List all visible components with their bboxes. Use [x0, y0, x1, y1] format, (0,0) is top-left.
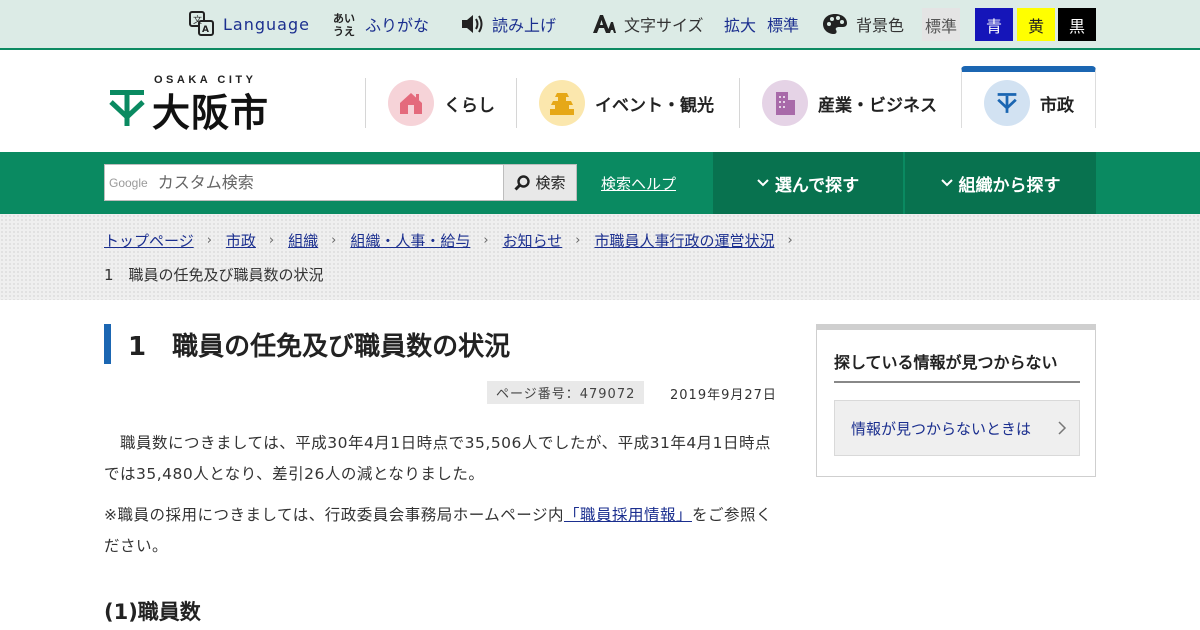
breadcrumb-link-city-government[interactable]: 市政 — [226, 230, 256, 251]
nav-item-business[interactable]: 産業・ビジネス — [762, 78, 937, 128]
bg-standard-button[interactable]: 標準 — [922, 8, 960, 41]
recruitment-text: ※職員の採用につきましては、行政委員会事務局ホームページ内 — [104, 506, 564, 524]
background-color-label: 背景色 — [856, 16, 905, 35]
chevron-down-icon — [940, 179, 953, 187]
not-found-link-label: 情報が見つからないときは — [851, 419, 1032, 438]
breadcrumb-link-organization[interactable]: 組織 — [288, 230, 318, 251]
read-aloud-label: 読み上げ — [492, 16, 557, 35]
chevron-right-icon: › — [575, 233, 581, 248]
recruitment-info-link[interactable]: 「職員採用情報」 — [564, 506, 692, 524]
castle-icon — [539, 80, 585, 126]
building-icon — [762, 80, 808, 126]
nav-divider — [739, 78, 740, 128]
background-color-control: 背景色 — [822, 0, 904, 48]
breadcrumb-link-news[interactable]: お知らせ — [503, 230, 563, 251]
nav-label-business: 産業・ビジネス — [818, 95, 937, 116]
furigana-icon: あい うえ — [333, 12, 355, 37]
not-found-title: 探している情報が見つからない — [834, 349, 1080, 383]
not-found-link[interactable]: 情報が見つからないときは — [834, 400, 1080, 456]
search-button[interactable]: 検索 — [503, 164, 577, 201]
breadcrumb-current: 1 職員の任免及び職員数の状況 — [104, 266, 324, 284]
google-brand: Google — [109, 175, 148, 190]
city-emblem-icon — [109, 90, 145, 126]
nav-label-city-government: 市政 — [1040, 95, 1074, 116]
standard-size-label: 標準 — [767, 16, 800, 35]
house-icon — [388, 80, 434, 126]
nav-item-life[interactable]: くらし — [388, 78, 495, 128]
search-button-label: 検索 — [535, 174, 566, 192]
breadcrumb-link-top[interactable]: トップページ — [104, 230, 194, 251]
breadcrumb-link-personnel[interactable]: 組織・人事・給与 — [350, 230, 470, 251]
svg-text:A: A — [202, 25, 209, 35]
nav-label-life: くらし — [444, 95, 495, 116]
chevron-right-icon: › — [787, 233, 793, 248]
section-heading-staff-count: (1)職員数 — [104, 600, 201, 624]
read-aloud-button[interactable]: 読み上げ — [460, 0, 556, 48]
standard-size-button[interactable]: 標準 — [767, 0, 799, 48]
zoom-in-button[interactable]: 拡大 — [724, 0, 756, 48]
chevron-right-icon — [1058, 421, 1067, 435]
furigana-label: ふりがな — [365, 16, 430, 35]
text-size-label: 文字サイズ — [624, 16, 704, 35]
search-input[interactable] — [157, 173, 488, 192]
breadcrumb-link-hr-status[interactable]: 市職員人事行政の運営状況 — [594, 230, 774, 251]
org-search-button[interactable]: 組織から探す — [905, 152, 1096, 214]
svg-text:文: 文 — [193, 14, 202, 26]
breadcrumb: トップページ › 市政 › 組織 › 組織・人事・給与 › お知らせ › 市職員… — [104, 230, 807, 251]
zoom-in-label: 拡大 — [724, 16, 757, 35]
bg-yellow-button[interactable]: 黄 — [1017, 8, 1055, 41]
speaker-icon — [462, 15, 483, 33]
nav-label-events: イベント・観光 — [595, 95, 714, 116]
logo-title: 大阪市 — [152, 91, 270, 135]
osaka-city-logo[interactable]: OSAKA CITY 大阪市 — [108, 74, 288, 135]
search-help-link[interactable]: 検索ヘルプ — [601, 173, 676, 194]
bg-blue-button[interactable]: 青 — [975, 8, 1013, 41]
chevron-right-icon: › — [206, 233, 212, 248]
svg-text:うえ: うえ — [333, 25, 355, 37]
chevron-right-icon: › — [331, 233, 337, 248]
language-button[interactable]: 文 A Language — [189, 0, 310, 48]
svg-text:あい: あい — [333, 12, 355, 25]
page-number-badge: ページ番号：479072 — [487, 381, 645, 404]
breadcrumb-band — [0, 214, 1200, 300]
text-size-control: 文字サイズ — [592, 0, 704, 48]
chevron-right-icon: › — [483, 233, 489, 248]
not-found-panel: 探している情報が見つからない 情報が見つからないときは — [816, 324, 1096, 477]
staff-count-paragraph: 職員数につきましては、平成30年4月1日時点で35,506人でしたが、平成31年… — [104, 434, 772, 483]
furigana-button[interactable]: あい うえ ふりがな — [333, 0, 429, 48]
org-search-label: 組織から探す — [958, 175, 1061, 196]
recruitment-paragraph: ※職員の採用につきましては、行政委員会事務局ホームページ内「職員採用情報」をご参… — [104, 500, 784, 562]
chevron-right-icon: › — [268, 233, 275, 248]
language-label: Language — [223, 14, 310, 34]
translate-icon: 文 A — [189, 11, 214, 36]
nav-item-city-government[interactable]: 市政 — [984, 78, 1074, 128]
text-size-icon — [593, 15, 616, 33]
title-accent-bar — [104, 324, 111, 364]
chevron-down-icon — [757, 179, 769, 187]
bg-black-button[interactable]: 黒 — [1058, 8, 1096, 41]
choose-search-button[interactable]: 選んで探す — [713, 152, 903, 214]
search-box: Google — [104, 164, 504, 201]
search-icon — [514, 174, 531, 191]
nav-divider — [365, 78, 366, 128]
nav-item-events[interactable]: イベント・観光 — [539, 78, 714, 128]
page-title: 1 職員の任免及び職員数の状況 — [128, 332, 511, 362]
city-emblem-icon — [984, 80, 1030, 126]
publish-date: 2019年9月27日 — [670, 388, 777, 403]
palette-icon — [823, 14, 847, 34]
choose-search-label: 選んで探す — [774, 175, 860, 196]
nav-divider — [516, 78, 517, 128]
